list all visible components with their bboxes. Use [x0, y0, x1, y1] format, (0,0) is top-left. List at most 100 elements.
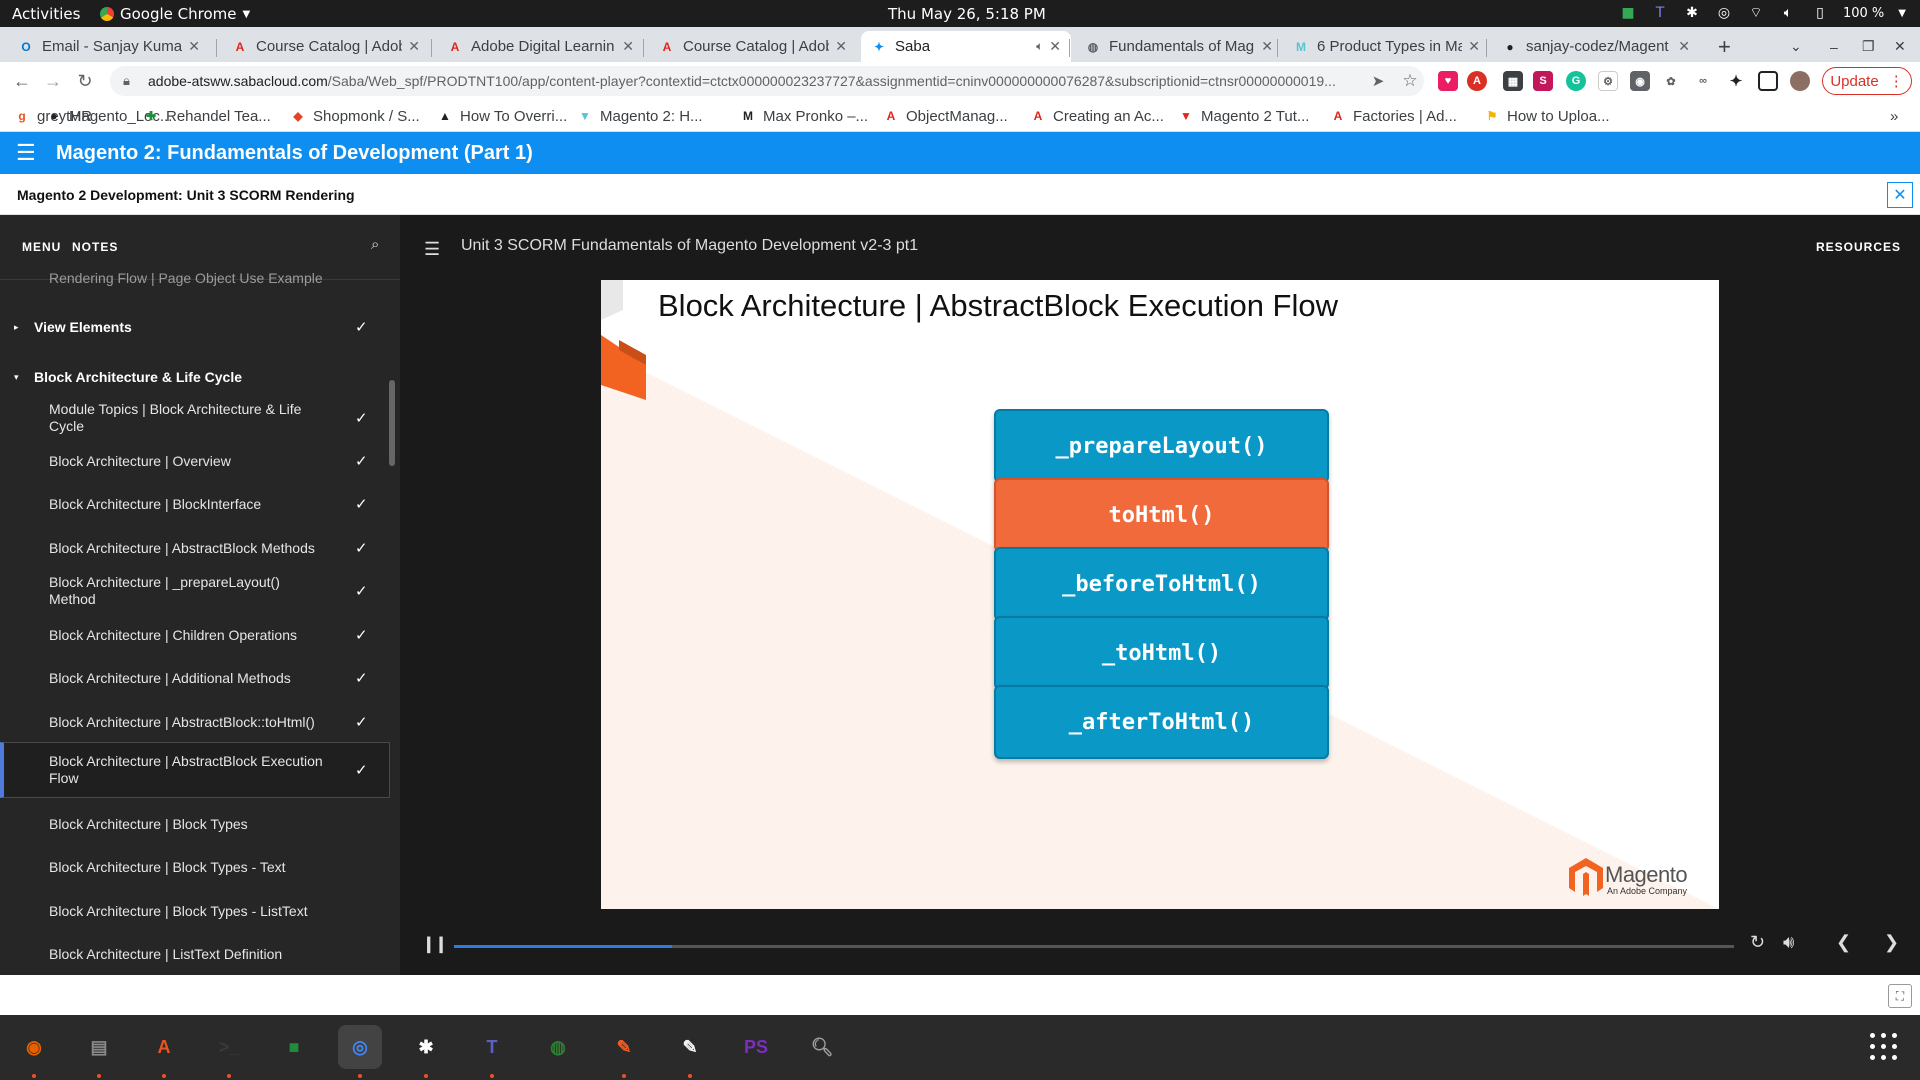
camera-icon[interactable]: ◍ — [536, 1025, 580, 1069]
menu-item[interactable]: Block Architecture | Additional Methods ✓ — [0, 660, 390, 696]
tab-menu[interactable]: MENU — [22, 240, 61, 254]
close-tab-icon[interactable]: ✕ — [188, 38, 200, 55]
extension-gear-icon[interactable]: ⚙ — [1598, 71, 1618, 91]
menu-item[interactable]: Block Architecture | Block Types — [0, 806, 390, 842]
google-chat-tray-icon[interactable]: ■ — [1619, 4, 1637, 22]
extension-heart-icon[interactable]: ♥ — [1438, 71, 1458, 91]
update-button[interactable]: Update ⋮ — [1822, 67, 1912, 95]
lock-icon[interactable]: 🔒︎ — [123, 73, 130, 89]
bookmark-item[interactable]: ▲ How To Overri... — [437, 105, 567, 127]
google-chat-icon[interactable]: ■ — [272, 1025, 316, 1069]
bookmark-item[interactable]: ▼ Magento 2 Tut... — [1178, 105, 1309, 127]
close-tab-icon[interactable]: ✕ — [622, 38, 634, 55]
wifi-icon[interactable]: ⌔ — [1747, 4, 1765, 22]
search-icon[interactable]: ⌕ — [371, 236, 379, 253]
menu-item[interactable]: Block Architecture | Overview ✓ — [0, 443, 390, 479]
terminal-icon[interactable]: >_ — [207, 1025, 251, 1069]
browser-tab[interactable]: A Adobe Digital Learnin ✕ — [437, 31, 644, 62]
extension-record-icon[interactable]: ◉ — [1630, 71, 1650, 91]
avatar[interactable] — [1790, 71, 1810, 91]
menu-item[interactable]: Block Architecture | Block Types - ListT… — [0, 893, 390, 929]
close-tab-icon[interactable]: ✕ — [835, 38, 847, 55]
bookmark-item[interactable]: M Max Pronko –... — [740, 105, 868, 127]
tab-search-icon[interactable]: ⌄ — [1790, 31, 1802, 62]
browser-tab[interactable]: ◍ Fundamentals of Mag ✕ — [1075, 31, 1283, 62]
show-applications-icon[interactable] — [1870, 1033, 1898, 1061]
app-menu[interactable]: Google Chrome ▼ — [100, 5, 250, 23]
bookmark-item[interactable]: ◆ Shopmonk / S... — [290, 105, 419, 127]
maximize-icon[interactable]: ❐ — [1862, 31, 1875, 62]
menu-section[interactable]: ▸ View Elements ✓ — [0, 310, 390, 344]
close-tab-icon[interactable]: ✕ — [1261, 38, 1273, 55]
menu-item[interactable]: Block Architecture | Block Types - Text — [0, 849, 390, 885]
puzzle-icon[interactable]: ✦ — [1726, 71, 1746, 91]
bookmark-star-icon[interactable]: ☆ — [1398, 69, 1422, 93]
updates-tray-icon[interactable]: ◎ — [1715, 4, 1733, 22]
speaker-icon[interactable]: 🔈︎ — [1036, 39, 1043, 54]
adblock-icon[interactable]: A — [1467, 71, 1487, 91]
back-icon[interactable]: ← — [10, 69, 34, 93]
clock[interactable]: Thu May 26, 5:18 PM — [888, 5, 1046, 23]
teams-tray-icon[interactable]: T — [1651, 4, 1669, 22]
slack-icon[interactable]: ✱ — [404, 1025, 448, 1069]
extension-calendar-icon[interactable]: ▦ — [1503, 71, 1523, 91]
extension-link-icon[interactable]: ∞ — [1693, 71, 1713, 91]
player-menu-icon[interactable]: ☰ — [424, 239, 440, 260]
menu-item[interactable]: Block Architecture | ListText Definition — [0, 936, 390, 972]
system-tray[interactable]: ■ T ✱ ◎ ⌔ 🔈︎ ▯ 100 % ▼ — [1619, 4, 1906, 22]
menu-item[interactable]: Block Architecture | AbstractBlock Metho… — [0, 530, 390, 566]
chevron-down-icon[interactable]: ▼ — [1898, 8, 1906, 19]
bookmark-item[interactable]: ⚑ How to Uploa... — [1484, 105, 1610, 127]
send-tab-icon[interactable]: ➤ — [1366, 69, 1390, 93]
browser-tab[interactable]: A Course Catalog | Adob ✕ — [649, 31, 857, 62]
firefox-icon[interactable]: ◉ — [12, 1025, 56, 1069]
browser-tab[interactable]: O Email - Sanjay Kumar I ✕ — [8, 31, 210, 62]
next-slide-icon[interactable]: ❯ — [1884, 932, 1899, 953]
close-window-icon[interactable]: ✕ — [1894, 31, 1906, 62]
resources-button[interactable]: RESOURCES — [1816, 240, 1901, 254]
software-icon[interactable]: A — [142, 1025, 186, 1069]
volume-icon[interactable]: 🔊︎ — [1783, 932, 1794, 953]
pause-icon[interactable]: ❙❙ — [422, 934, 448, 954]
document-viewer-icon[interactable]: 🔍︎ — [800, 1025, 844, 1069]
browser-tab[interactable]: ✦ Saba 🔈︎ ✕ — [861, 31, 1071, 62]
menu-item[interactable]: Block Architecture | AbstractBlock::toHt… — [0, 704, 390, 740]
menu-item[interactable]: Block Architecture | BlockInterface ✓ — [0, 486, 390, 522]
postman-icon[interactable]: ✎ — [602, 1025, 646, 1069]
bookmark-item[interactable]: ✚ Rehandel Tea... — [143, 105, 271, 127]
bookmark-item[interactable]: A Creating an Ac... — [1030, 105, 1164, 127]
reload-icon[interactable]: ↻ — [73, 69, 97, 93]
battery-icon[interactable]: ▯ — [1811, 4, 1829, 22]
menu-section[interactable]: ▾ Block Architecture & Life Cycle — [0, 360, 390, 394]
files-icon[interactable]: ▤ — [77, 1025, 121, 1069]
bookmark-item[interactable]: ▼ Magento 2: H... — [577, 105, 703, 127]
menu-item[interactable]: Block Architecture | AbstractBlock Execu… — [0, 742, 390, 798]
minimize-icon[interactable]: – — [1830, 31, 1838, 62]
sidebar-scrollbar[interactable] — [389, 380, 395, 466]
extension-settings-icon[interactable]: ✿ — [1661, 71, 1681, 91]
close-tab-icon[interactable]: ✕ — [1468, 38, 1480, 55]
close-tab-icon[interactable]: ✕ — [1678, 38, 1690, 55]
bookmark-item[interactable]: A ObjectManag... — [883, 105, 1008, 127]
teams-icon[interactable]: T — [470, 1025, 514, 1069]
chrome-icon[interactable]: ◎ — [338, 1025, 382, 1069]
volume-icon[interactable]: 🔈︎ — [1779, 4, 1797, 22]
browser-tab[interactable]: A Course Catalog | Adob ✕ — [222, 31, 430, 62]
menu-item[interactable]: Rendering Flow | Page Object Use Example — [0, 264, 390, 292]
menu-item[interactable]: Module Topics | Block Architecture & Lif… — [0, 400, 390, 436]
activities-button[interactable]: Activities — [12, 5, 80, 23]
forward-icon[interactable]: → — [41, 69, 65, 93]
menu-item[interactable]: Block Architecture | Children Operations… — [0, 617, 390, 653]
new-tab-icon[interactable]: + — [1708, 31, 1741, 62]
menu-item[interactable]: Block Architecture | _prepareLayout() Me… — [0, 573, 390, 609]
more-bookmarks-icon[interactable]: » — [1890, 105, 1898, 127]
side-panel-icon[interactable] — [1758, 71, 1778, 91]
progress-bar[interactable] — [454, 945, 1734, 948]
text-editor-icon[interactable]: ✎ — [668, 1025, 712, 1069]
browser-tab[interactable]: M 6 Product Types in Ma ✕ — [1283, 31, 1490, 62]
close-icon[interactable]: ✕ — [1887, 182, 1913, 208]
close-tab-icon[interactable]: ✕ — [408, 38, 420, 55]
grammarly-icon[interactable]: G — [1566, 71, 1586, 91]
tab-notes[interactable]: NOTES — [72, 240, 118, 254]
previous-slide-icon[interactable]: ❮ — [1836, 932, 1851, 953]
